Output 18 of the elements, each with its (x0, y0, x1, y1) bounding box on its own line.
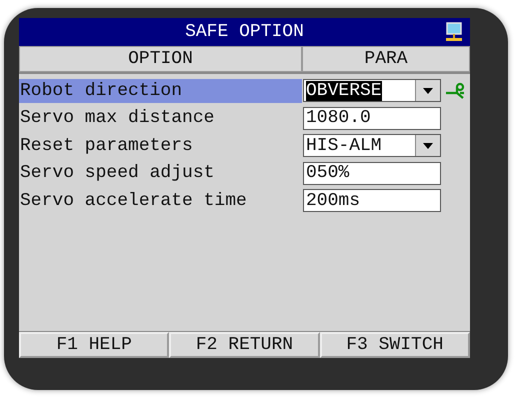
plug-icon (445, 80, 465, 101)
option-label[interactable]: Servo speed adjust (19, 161, 302, 186)
option-label[interactable]: Servo max distance (19, 106, 302, 130)
input-field[interactable]: 200ms (303, 189, 441, 212)
option-label[interactable]: Reset parameters (19, 134, 302, 158)
window-title: SAFE OPTION (185, 22, 304, 42)
option-label[interactable]: Robot direction (19, 78, 302, 103)
function-key-button[interactable]: F2 RETURN (169, 332, 320, 358)
input-field[interactable]: 050% (303, 162, 441, 185)
computer-icon (444, 22, 464, 42)
column-header: OPTION (19, 46, 302, 72)
dropdown-field[interactable]: HIS-ALM (303, 134, 441, 158)
input-field[interactable]: 1080.0 (303, 106, 441, 130)
option-label[interactable]: Servo accelerate time (19, 188, 302, 213)
column-header: PARA (302, 46, 470, 72)
function-key-button[interactable]: F1 HELP (19, 332, 170, 358)
function-key-button[interactable]: F3 SWITCH (320, 332, 470, 358)
dropdown-field[interactable]: OBVERSE (303, 79, 441, 102)
